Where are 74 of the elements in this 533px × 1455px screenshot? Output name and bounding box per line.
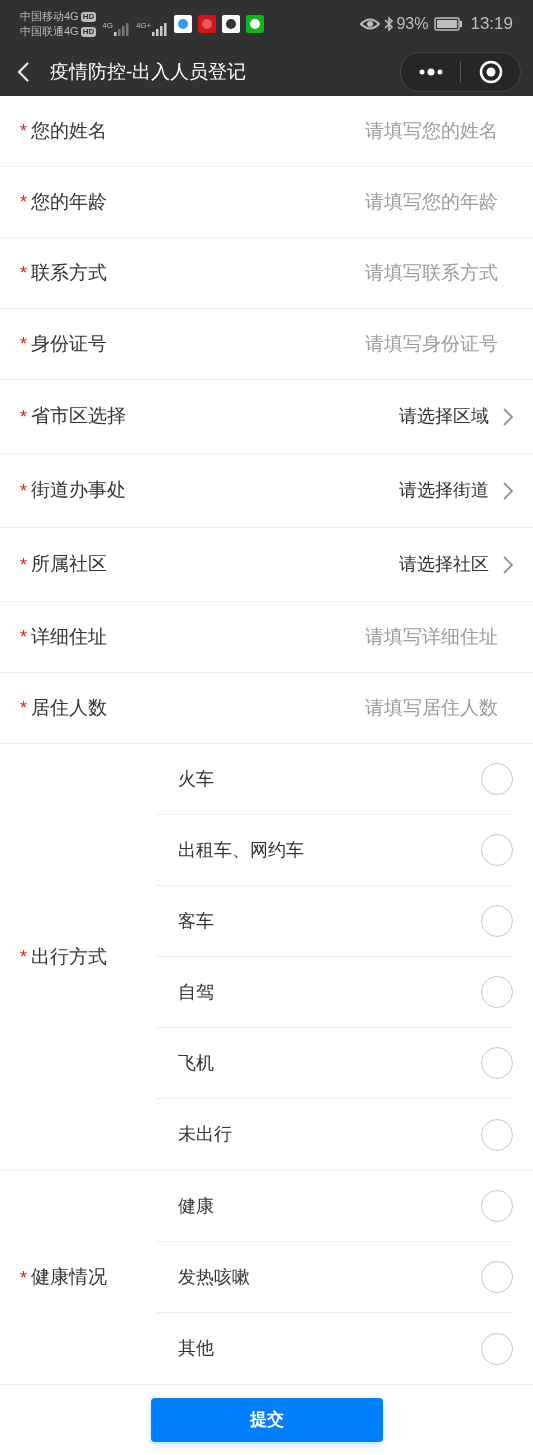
required-mark: * [20, 628, 27, 646]
required-mark: * [20, 264, 27, 282]
required-mark: * [20, 481, 27, 500]
page-title: 疫情防控-出入人员登记 [50, 59, 247, 84]
input-field[interactable]: 请填写身份证号 [123, 329, 513, 359]
input-field[interactable]: 请填写详细住址 [123, 622, 513, 652]
field-label: 详细住址 [31, 624, 107, 649]
radio-button[interactable] [481, 1261, 513, 1293]
required-mark: * [20, 122, 27, 140]
radio-option[interactable]: 其他 [157, 1313, 513, 1384]
clock: 13:19 [470, 13, 513, 36]
group-label: 健康情况 [31, 1265, 107, 1290]
chevron-icon [503, 555, 513, 574]
network-label: 4G+ [135, 20, 152, 32]
required-mark: * [20, 948, 27, 966]
field-label: 居住人数 [31, 695, 107, 720]
back-icon[interactable] [16, 61, 30, 83]
eye-icon [360, 17, 381, 31]
battery-percent: 93% [396, 14, 429, 34]
input-field[interactable]: 请填写您的姓名 [123, 116, 513, 146]
radio-option[interactable]: 自驾 [157, 957, 513, 1028]
field-label: 省市区选择 [31, 404, 126, 429]
signal-icon [113, 22, 130, 36]
carrier-label: 中国移动4G [20, 9, 79, 24]
capsule-menu[interactable] [400, 52, 521, 92]
app-icon [174, 15, 193, 33]
field-label: 您的姓名 [31, 118, 107, 143]
radio-option[interactable]: 客车 [157, 886, 513, 957]
picker-field[interactable]: 请选择街道 [142, 477, 513, 504]
radio-button[interactable] [481, 834, 513, 866]
field-label: 所属社区 [31, 552, 107, 577]
carrier-label: 中国联通4G [20, 24, 79, 39]
radio-option[interactable]: 未出行 [157, 1099, 513, 1170]
radio-button[interactable] [481, 976, 513, 1008]
hd-badge: HD [80, 11, 97, 22]
radio-option[interactable]: 出租车、网约车 [157, 815, 513, 886]
battery-icon [434, 17, 463, 31]
radio-option[interactable]: 健康 [157, 1171, 513, 1242]
network-label: 4G [102, 20, 113, 32]
signal-icon [152, 22, 169, 36]
required-mark: * [20, 335, 27, 353]
radio-button[interactable] [481, 1332, 513, 1365]
required-mark: * [20, 407, 27, 426]
radio-option[interactable]: 飞机 [157, 1028, 513, 1099]
group-label: 出行方式 [31, 944, 107, 969]
input-field[interactable]: 请填写您的年龄 [123, 187, 513, 217]
required-mark: * [20, 699, 27, 717]
radio-button[interactable] [481, 1118, 513, 1151]
radio-button[interactable] [481, 905, 513, 937]
radio-button[interactable] [481, 1190, 513, 1222]
app-icon [222, 15, 241, 33]
app-icon [198, 15, 217, 33]
field-label: 身份证号 [31, 331, 107, 356]
radio-button[interactable] [481, 1047, 513, 1079]
submit-button[interactable]: 提交 [150, 1398, 383, 1442]
more-icon[interactable] [417, 68, 444, 76]
picker-field[interactable]: 请选择社区 [123, 551, 513, 578]
app-icon [246, 15, 265, 33]
required-mark: * [20, 193, 27, 211]
required-mark: * [20, 555, 27, 574]
chevron-icon [503, 407, 513, 426]
field-label: 街道办事处 [31, 478, 126, 503]
chevron-icon [503, 481, 513, 500]
field-label: 联系方式 [31, 260, 107, 285]
hd-badge: HD [80, 26, 97, 37]
required-mark: * [20, 1268, 27, 1287]
picker-field[interactable]: 请选择区域 [142, 403, 513, 430]
radio-option[interactable]: 发热咳嗽 [157, 1242, 513, 1313]
radio-option[interactable]: 火车 [157, 744, 513, 815]
field-label: 您的年龄 [31, 189, 107, 214]
bluetooth-icon [384, 16, 395, 32]
radio-button[interactable] [481, 763, 513, 795]
input-field[interactable]: 请填写联系方式 [123, 258, 513, 288]
input-field[interactable]: 请填写居住人数 [123, 693, 513, 723]
